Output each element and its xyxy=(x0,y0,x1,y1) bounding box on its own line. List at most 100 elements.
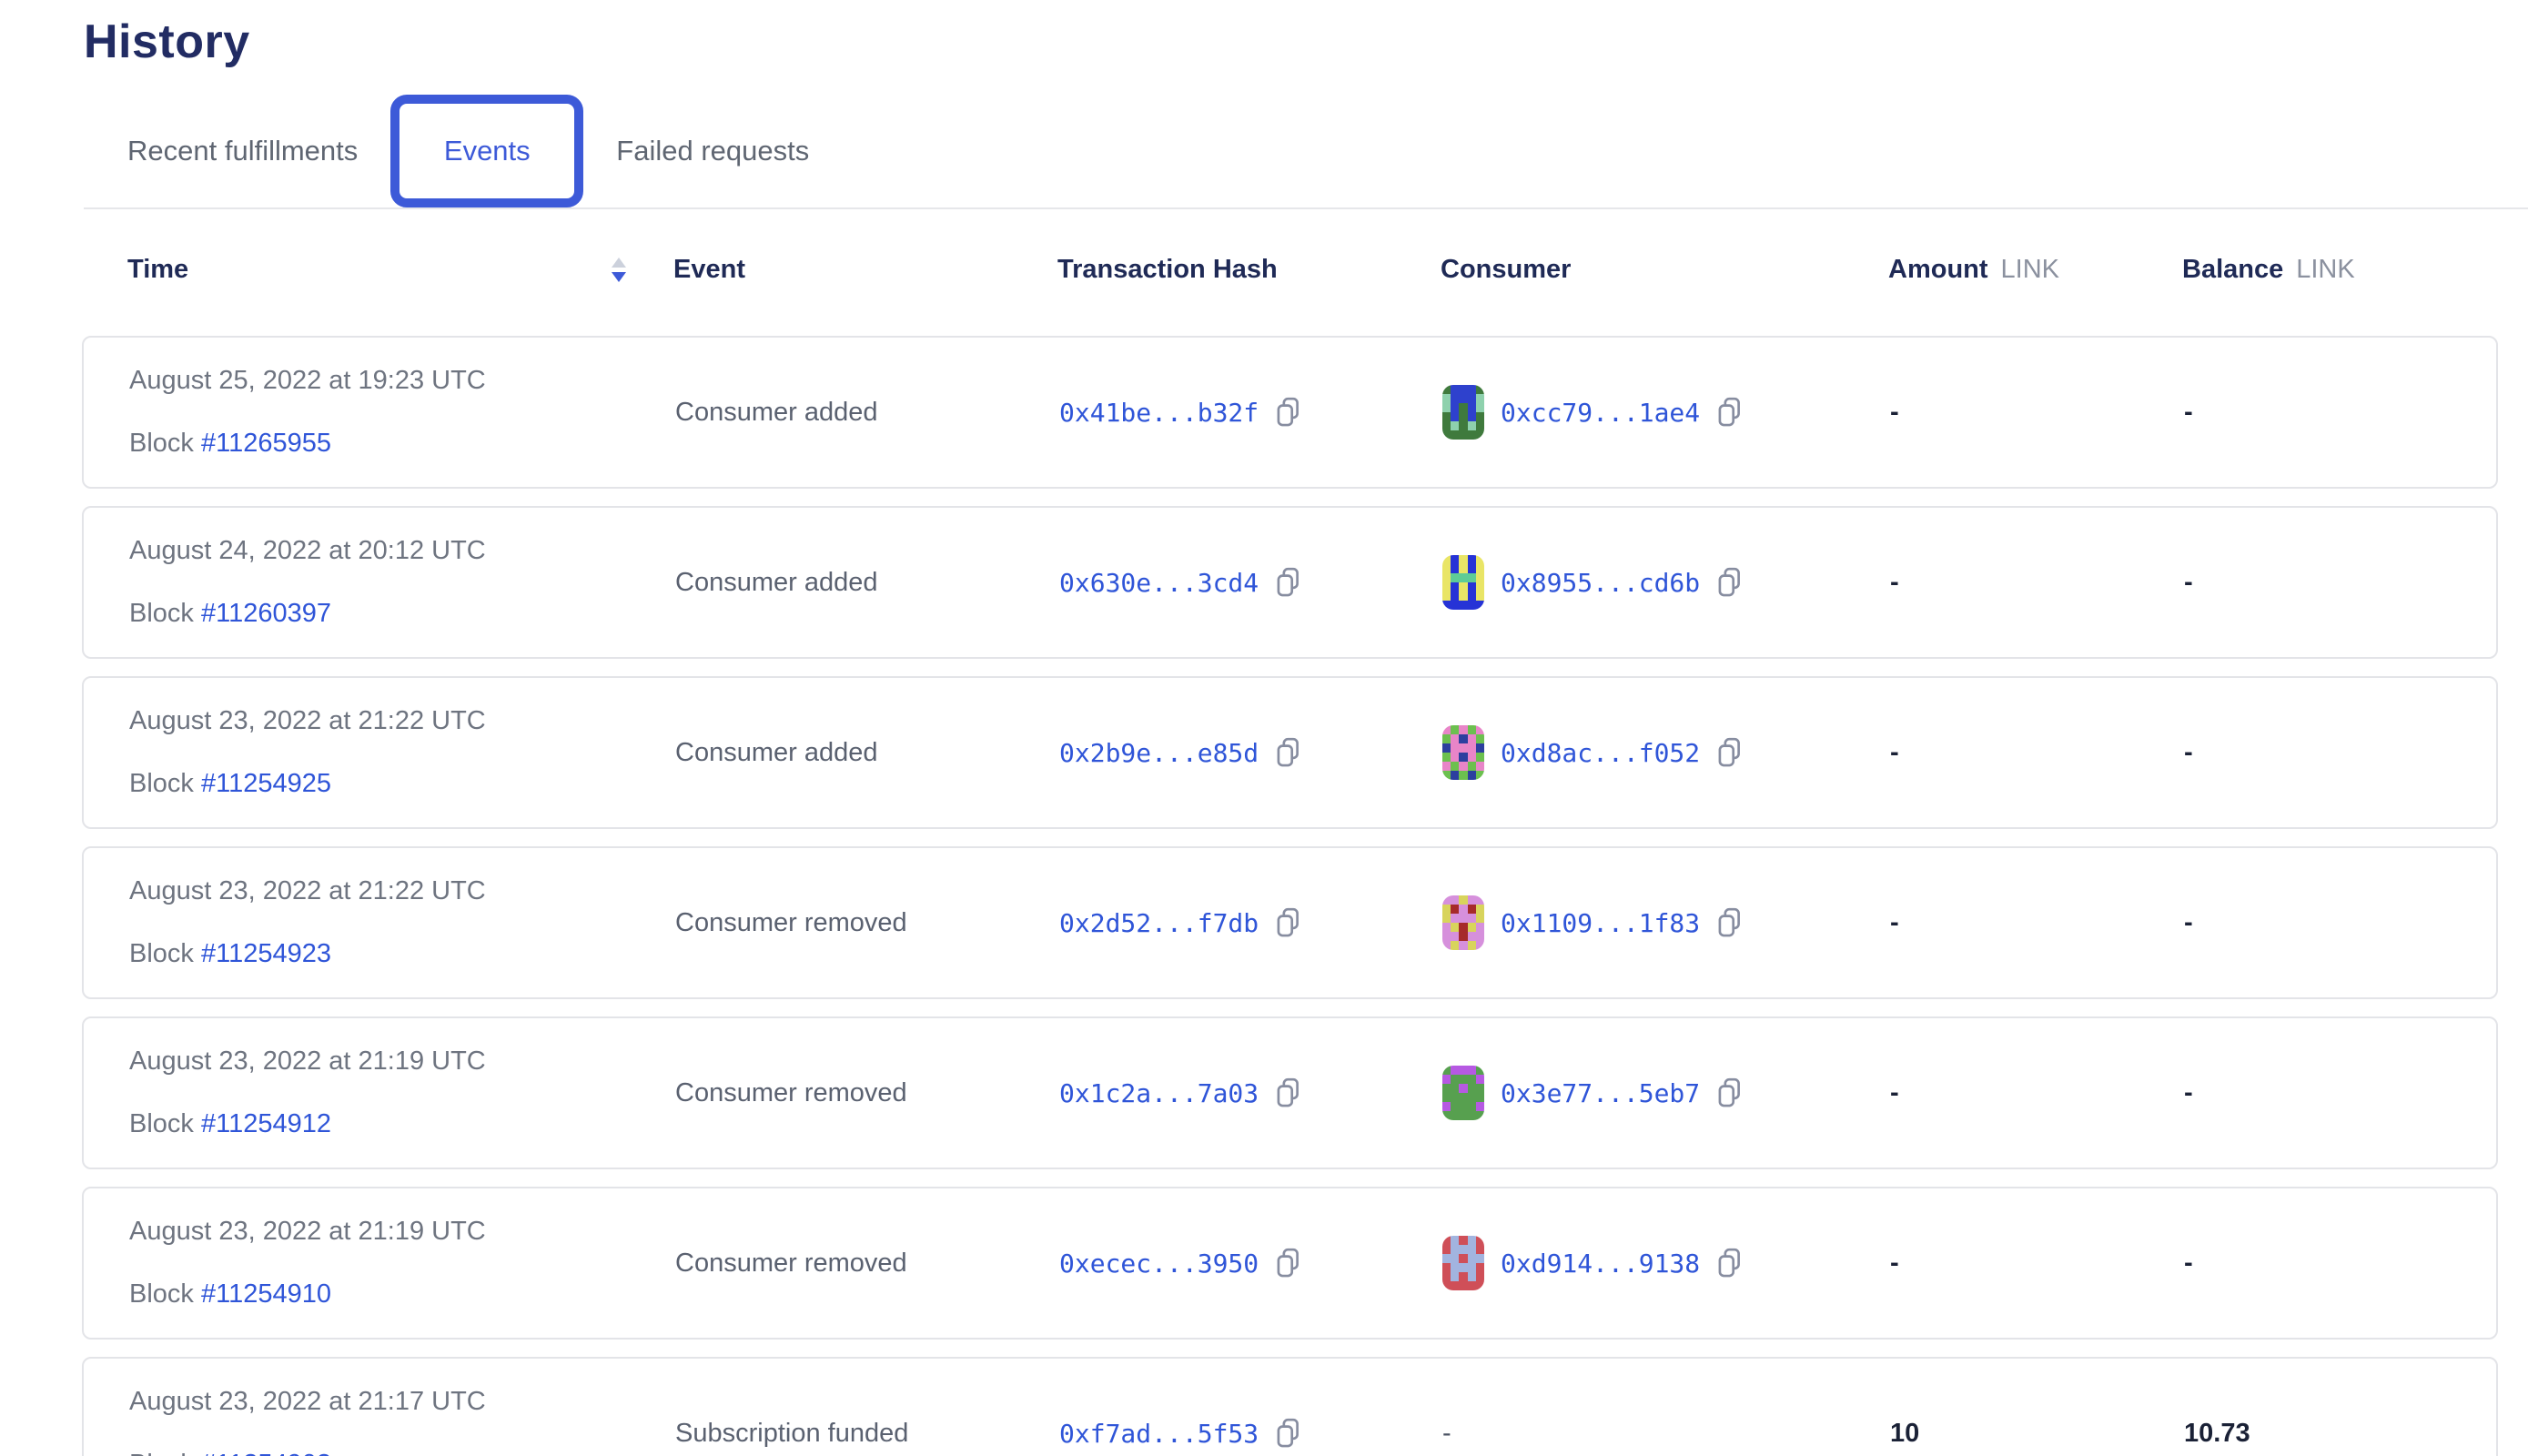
consumer-cell: - xyxy=(1442,1419,1890,1449)
block-line: Block #11254912 xyxy=(129,1109,675,1139)
copy-icon[interactable] xyxy=(1716,567,1744,598)
timestamp: August 23, 2022 at 21:19 UTC xyxy=(129,1046,675,1077)
transaction-hash-link[interactable]: 0xf7ad...5f53 xyxy=(1059,1419,1259,1449)
transaction-hash-cell: 0x630e...3cd4 xyxy=(1059,567,1442,598)
block-line: Block #11254902 xyxy=(129,1450,675,1456)
event-cell: Consumer removed xyxy=(675,1249,1059,1279)
transaction-hash-link[interactable]: 0x1c2a...7a03 xyxy=(1059,1078,1259,1108)
block-number-link[interactable]: #11260397 xyxy=(201,599,331,628)
balance-cell: - xyxy=(2184,1249,2496,1279)
copy-icon[interactable] xyxy=(1275,737,1302,768)
copy-icon[interactable] xyxy=(1275,1248,1302,1279)
copy-icon[interactable] xyxy=(1716,1077,1744,1108)
transaction-hash-cell: 0x2b9e...e85d xyxy=(1059,737,1442,768)
block-line: Block #11254925 xyxy=(129,769,675,799)
consumer-cell: 0x8955...cd6b xyxy=(1442,555,1890,610)
transaction-hash-link[interactable]: 0x2d52...f7db xyxy=(1059,908,1259,938)
consumer-cell: 0x1109...1f83 xyxy=(1442,895,1890,950)
event-cell: Consumer removed xyxy=(675,908,1059,938)
event-cell: Consumer removed xyxy=(675,1078,1059,1108)
copy-icon[interactable] xyxy=(1716,737,1744,768)
sort-icon[interactable] xyxy=(612,258,626,282)
block-label: Block xyxy=(129,1109,194,1138)
column-header-consumer: Consumer xyxy=(1441,255,1888,285)
copy-icon[interactable] xyxy=(1275,1077,1302,1108)
timestamp: August 23, 2022 at 21:19 UTC xyxy=(129,1217,675,1247)
table-row: August 24, 2022 at 20:12 UTC Block #1126… xyxy=(82,506,2498,659)
consumer-address-link[interactable]: 0xd914...9138 xyxy=(1501,1249,1700,1279)
balance-cell: - xyxy=(2184,908,2496,938)
block-line: Block #11254923 xyxy=(129,939,675,969)
transaction-hash-link[interactable]: 0x2b9e...e85d xyxy=(1059,738,1259,768)
transaction-hash-link[interactable]: 0x41be...b32f xyxy=(1059,398,1259,428)
tab-failed-requests[interactable]: Failed requests xyxy=(616,95,809,207)
column-header-time-label: Time xyxy=(127,255,188,285)
consumer-address-link[interactable]: 0x1109...1f83 xyxy=(1501,908,1700,938)
copy-icon[interactable] xyxy=(1275,907,1302,938)
amount-cell: - xyxy=(1890,738,2184,768)
balance-cell: 10.73 xyxy=(2184,1419,2496,1449)
table-row: August 23, 2022 at 21:22 UTC Block #1125… xyxy=(82,676,2498,829)
transaction-hash-link[interactable]: 0x630e...3cd4 xyxy=(1059,568,1259,598)
block-label: Block xyxy=(129,1450,194,1456)
timestamp: August 23, 2022 at 21:22 UTC xyxy=(129,876,675,906)
time-cell: August 23, 2022 at 21:17 UTC Block #1125… xyxy=(129,1387,675,1456)
table-row: August 23, 2022 at 21:19 UTC Block #1125… xyxy=(82,1016,2498,1169)
block-label: Block xyxy=(129,599,194,628)
table-row: August 25, 2022 at 19:23 UTC Block #1126… xyxy=(82,336,2498,489)
block-label: Block xyxy=(129,939,194,968)
consumer-cell: 0x3e77...5eb7 xyxy=(1442,1066,1890,1120)
block-line: Block #11254910 xyxy=(129,1279,675,1309)
tab-events[interactable]: Events xyxy=(390,95,583,207)
tabs-bar: Recent fulfillments Events Failed reques… xyxy=(84,95,2528,209)
copy-icon[interactable] xyxy=(1716,907,1744,938)
history-page: History Recent fulfillments Events Faile… xyxy=(0,15,2528,1456)
table-row: August 23, 2022 at 21:17 UTC Block #1125… xyxy=(82,1357,2498,1456)
block-number-link[interactable]: #11254912 xyxy=(201,1109,331,1138)
amount-cell: - xyxy=(1890,568,2184,598)
balance-cell: - xyxy=(2184,398,2496,428)
block-number-link[interactable]: #11265955 xyxy=(201,429,331,458)
time-cell: August 25, 2022 at 19:23 UTC Block #1126… xyxy=(129,366,675,459)
table-row: August 23, 2022 at 21:22 UTC Block #1125… xyxy=(82,846,2498,999)
consumer-address-link[interactable]: 0x8955...cd6b xyxy=(1501,568,1700,598)
block-line: Block #11260397 xyxy=(129,599,675,629)
block-number-link[interactable]: #11254910 xyxy=(201,1279,331,1309)
block-number-link[interactable]: #11254902 xyxy=(201,1450,331,1456)
amount-unit-label: LINK xyxy=(2001,255,2059,284)
amount-cell: - xyxy=(1890,1078,2184,1108)
copy-icon[interactable] xyxy=(1275,1418,1302,1449)
amount-cell: - xyxy=(1890,908,2184,938)
consumer-address-link[interactable]: 0xcc79...1ae4 xyxy=(1501,398,1700,428)
event-cell: Subscription funded xyxy=(675,1419,1059,1449)
transaction-hash-link[interactable]: 0xecec...3950 xyxy=(1059,1249,1259,1279)
copy-icon[interactable] xyxy=(1716,397,1744,428)
copy-icon[interactable] xyxy=(1275,567,1302,598)
timestamp: August 23, 2022 at 21:17 UTC xyxy=(129,1387,675,1417)
consumer-avatar xyxy=(1442,555,1484,610)
copy-icon[interactable] xyxy=(1716,1248,1744,1279)
sort-down-arrow-icon xyxy=(612,272,626,282)
time-cell: August 24, 2022 at 20:12 UTC Block #1126… xyxy=(129,536,675,629)
column-header-transaction-hash: Transaction Hash xyxy=(1057,255,1441,285)
consumer-cell: 0xd914...9138 xyxy=(1442,1236,1890,1290)
consumer-address-link[interactable]: 0xd8ac...f052 xyxy=(1501,738,1700,768)
timestamp: August 23, 2022 at 21:22 UTC xyxy=(129,706,675,736)
table-row: August 23, 2022 at 21:19 UTC Block #1125… xyxy=(82,1187,2498,1340)
transaction-hash-cell: 0x1c2a...7a03 xyxy=(1059,1077,1442,1108)
consumer-avatar xyxy=(1442,1066,1484,1120)
block-number-link[interactable]: #11254925 xyxy=(201,769,331,798)
tab-recent-fulfillments[interactable]: Recent fulfillments xyxy=(127,95,358,207)
block-label: Block xyxy=(129,769,194,798)
copy-icon[interactable] xyxy=(1275,397,1302,428)
consumer-avatar xyxy=(1442,1236,1484,1290)
consumer-avatar xyxy=(1442,895,1484,950)
amount-cell: - xyxy=(1890,398,2184,428)
timestamp: August 25, 2022 at 19:23 UTC xyxy=(129,366,675,396)
consumer-address-link[interactable]: 0x3e77...5eb7 xyxy=(1501,1078,1700,1108)
time-cell: August 23, 2022 at 21:22 UTC Block #1125… xyxy=(129,706,675,799)
consumer-cell: 0xcc79...1ae4 xyxy=(1442,385,1890,440)
block-label: Block xyxy=(129,429,194,458)
block-number-link[interactable]: #11254923 xyxy=(201,939,331,968)
time-cell: August 23, 2022 at 21:19 UTC Block #1125… xyxy=(129,1217,675,1309)
